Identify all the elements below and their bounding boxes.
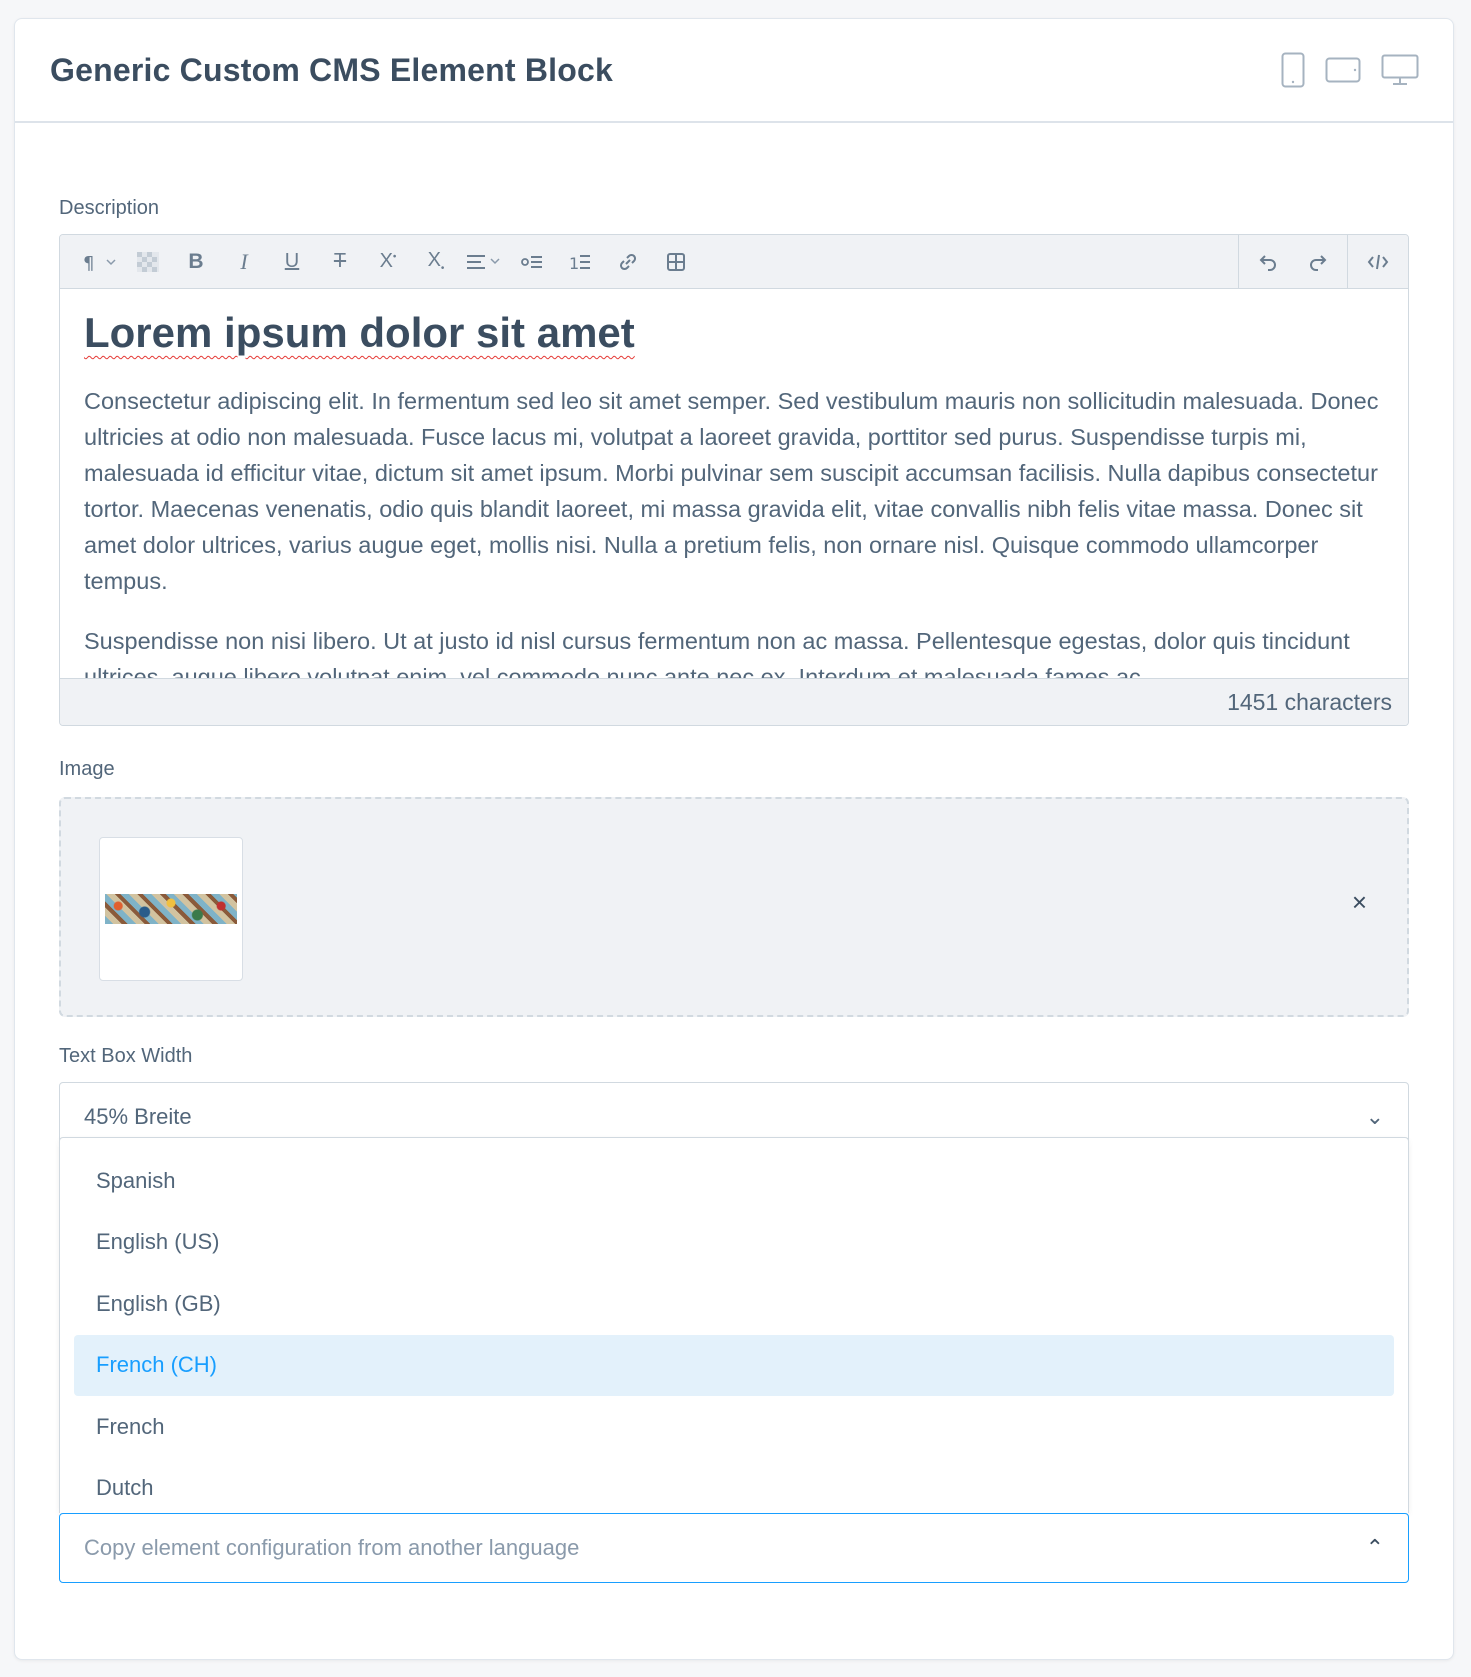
text-color-icon[interactable] <box>124 235 172 289</box>
content-paragraph-2: Suspendisse non nisi libero. Ut at justo… <box>84 628 1350 678</box>
bullet-list-icon[interactable] <box>508 235 556 289</box>
svg-text:1: 1 <box>569 254 579 272</box>
redo-icon[interactable] <box>1293 235 1341 289</box>
language-option-french[interactable]: French <box>74 1396 1394 1458</box>
chevron-down-icon: ⌄ <box>1365 1104 1384 1129</box>
image-preview <box>105 894 237 924</box>
image-thumbnail[interactable] <box>99 837 243 981</box>
remove-image-icon[interactable]: × <box>1352 889 1367 915</box>
image-label: Image <box>59 758 115 780</box>
desktop-icon[interactable] <box>1381 54 1419 86</box>
svg-text:¶: ¶ <box>83 253 94 272</box>
language-option-english-us[interactable]: English (US) <box>74 1212 1394 1274</box>
undo-icon[interactable] <box>1245 235 1293 289</box>
italic-icon[interactable]: I <box>220 235 268 289</box>
language-option-french-ch[interactable]: French (CH) <box>74 1334 1394 1396</box>
strikethrough-icon[interactable]: T <box>316 235 364 289</box>
cms-element-card: Generic Custom CMS Element Block Descrip… <box>14 18 1454 1660</box>
language-option-spanish[interactable]: Spanish <box>74 1150 1394 1212</box>
paragraph-format-icon[interactable]: ¶ <box>76 235 124 289</box>
code-view-icon[interactable] <box>1354 235 1402 289</box>
description-label: Description <box>59 197 160 219</box>
table-icon[interactable] <box>652 235 700 289</box>
numbered-list-icon[interactable]: 1 <box>556 235 604 289</box>
tablet-icon[interactable] <box>1325 57 1361 83</box>
copy-config-placeholder: Copy element configuration from another … <box>84 1535 580 1560</box>
subscript-icon[interactable]: X• <box>412 235 460 289</box>
card-title: Generic Custom CMS Element Block <box>50 51 613 88</box>
card-header: Generic Custom CMS Element Block <box>15 19 1453 123</box>
mobile-icon[interactable] <box>1281 52 1305 88</box>
device-switcher <box>1281 52 1419 88</box>
align-icon[interactable] <box>460 235 508 289</box>
language-option-dutch[interactable]: Dutch <box>74 1458 1394 1520</box>
text-box-width-value: 45% Breite <box>84 1104 192 1129</box>
language-option-english-gb[interactable]: English (GB) <box>74 1273 1394 1335</box>
text-box-width-label: Text Box Width <box>59 1045 193 1067</box>
editor-content[interactable]: Lorem ipsum dolor sit amet Consectetur a… <box>60 289 1408 678</box>
content-paragraph-1: Consectetur adipiscing elit. In fermentu… <box>84 388 1379 594</box>
underline-icon[interactable]: U <box>268 235 316 289</box>
editor-toolbar: ¶ B I U T X• X• 1 <box>60 235 1408 289</box>
language-dropdown: Spanish English (US) English (GB) French… <box>59 1137 1409 1513</box>
chevron-up-icon: ⌃ <box>1365 1535 1384 1560</box>
link-icon[interactable] <box>604 235 652 289</box>
image-dropzone[interactable]: × <box>59 797 1409 1017</box>
copy-config-language-select[interactable]: Copy element configuration from another … <box>59 1513 1409 1583</box>
content-heading: Lorem ipsum dolor sit amet <box>84 309 635 356</box>
description-editor: ¶ B I U T X• X• 1 Lorem ipsum dolor sit … <box>59 234 1409 726</box>
superscript-icon[interactable]: X• <box>364 235 412 289</box>
character-count: 1451 characters <box>60 678 1408 725</box>
bold-icon[interactable]: B <box>172 235 220 289</box>
